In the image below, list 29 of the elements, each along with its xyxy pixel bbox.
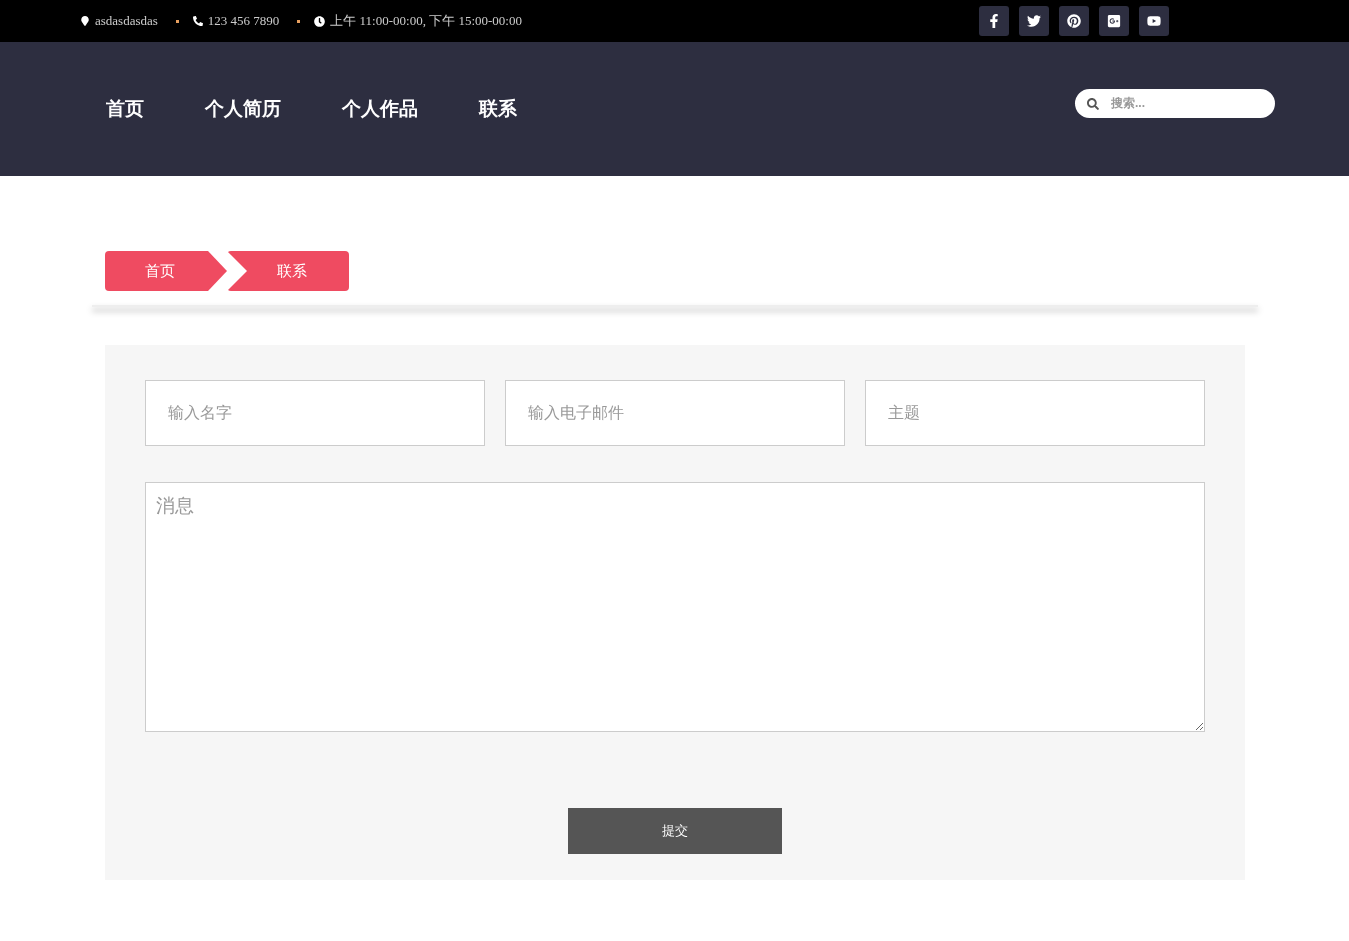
nav-link[interactable]: 个人作品 (342, 96, 418, 122)
phone-text: 123 456 7890 (207, 13, 280, 29)
pinterest-icon (1067, 14, 1081, 28)
breadcrumb-link[interactable]: 联系 (227, 251, 349, 291)
nav-link[interactable]: 联系 (479, 96, 517, 122)
phone-icon (192, 16, 203, 26)
google-plus-icon (1107, 14, 1121, 28)
facebook-icon (987, 14, 1001, 28)
submit-button[interactable]: 提交 (568, 808, 782, 854)
facebook-button[interactable] (979, 6, 1009, 36)
nav-link[interactable]: 个人简历 (205, 96, 281, 122)
input-field[interactable]: 主题 (865, 380, 1205, 446)
google-plus-button[interactable] (1099, 6, 1129, 36)
hours-text: 上午 11:00-00:00, 下午 15:00-00:00 (330, 12, 522, 30)
youtube-icon (1147, 14, 1161, 28)
twitter-button[interactable] (1019, 6, 1049, 36)
map-pin-icon (80, 16, 90, 26)
youtube-button[interactable] (1139, 6, 1169, 36)
search-field[interactable]: 搜索... (1075, 88, 1275, 118)
search-icon (1087, 97, 1099, 110)
input-field[interactable]: 输入电子邮件 (505, 380, 845, 446)
clock-icon (314, 15, 326, 27)
breadcrumb-link[interactable]: 首页 (105, 251, 227, 291)
twitter-icon (1027, 14, 1041, 28)
address-text: asdasdasdas (95, 13, 158, 29)
input-field[interactable]: 输入名字 (145, 380, 485, 446)
pinterest-button[interactable] (1059, 6, 1089, 36)
nav-link[interactable]: 首页 (106, 96, 144, 122)
message-field[interactable]: 消息 (145, 482, 1205, 732)
